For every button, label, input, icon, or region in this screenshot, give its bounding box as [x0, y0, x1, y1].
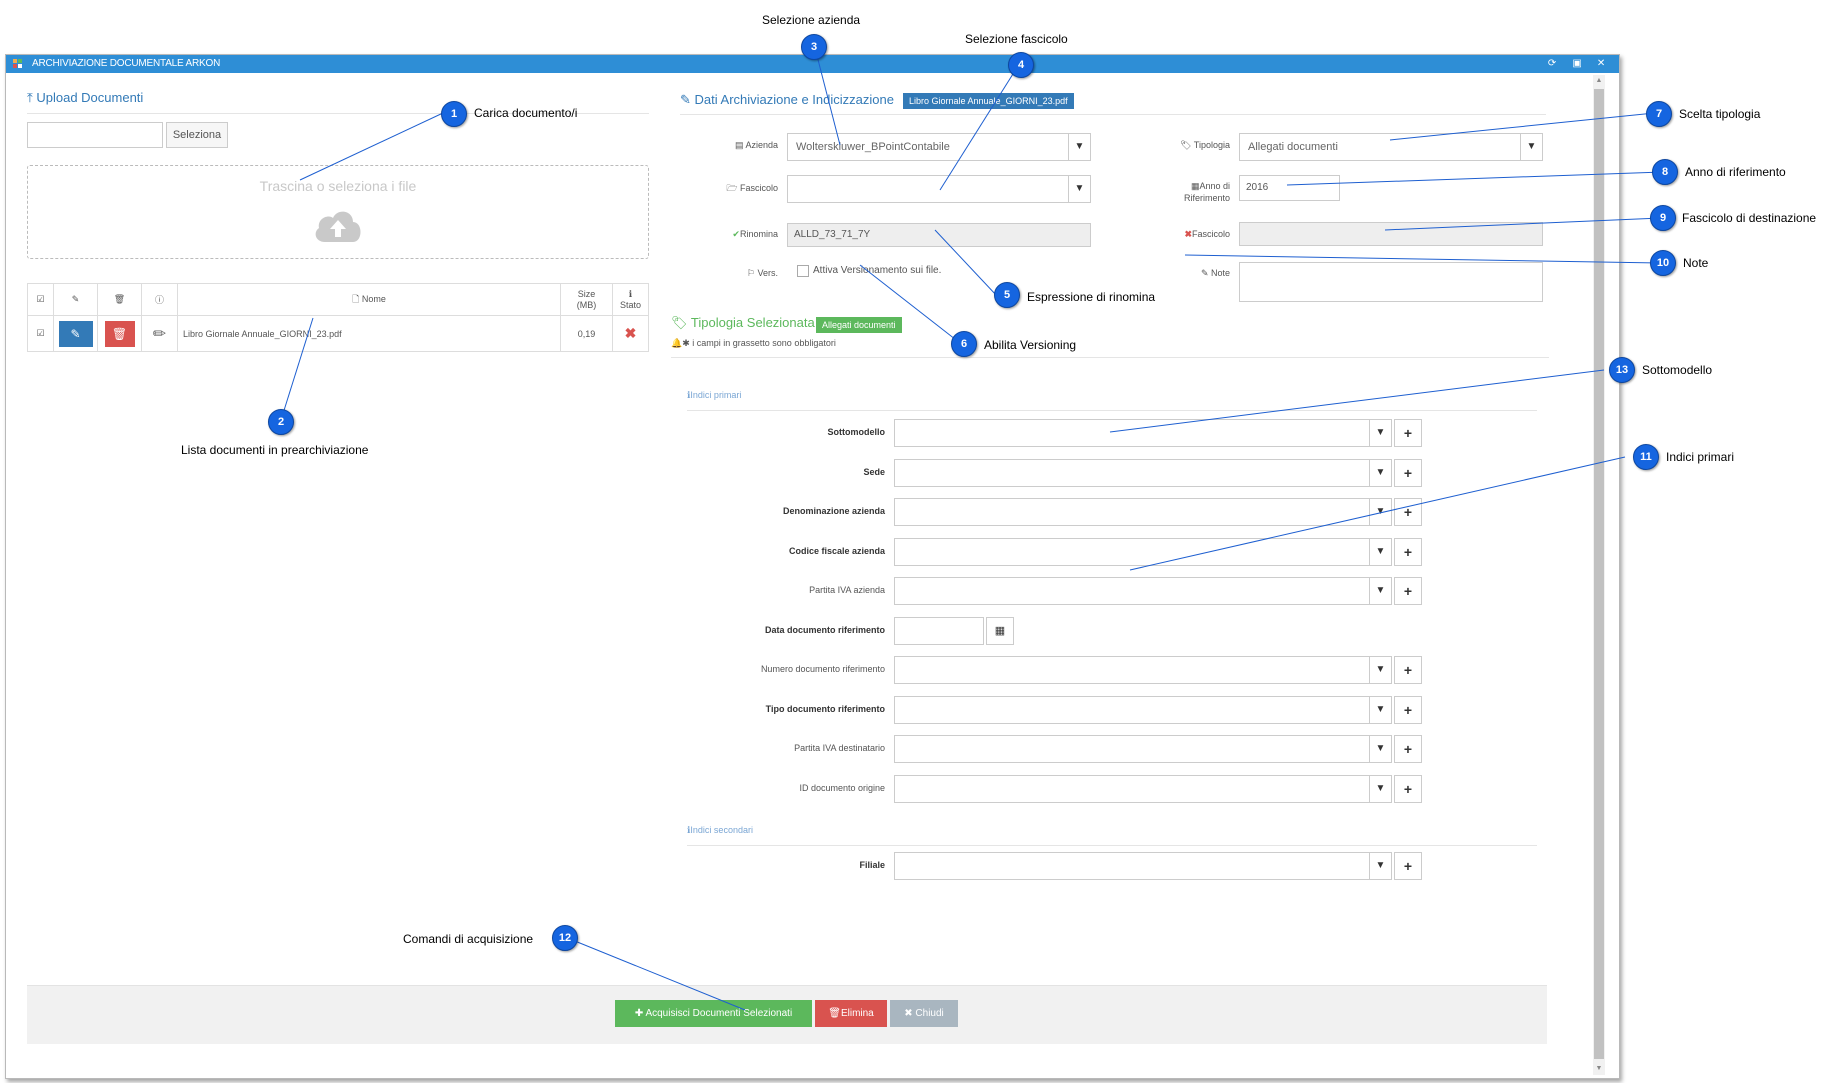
callout-label-10: Note — [1683, 256, 1709, 270]
callout-label-13: Sottomodello — [1642, 363, 1713, 377]
callout-label-11: Indici primari — [1666, 450, 1735, 464]
callout-label-9: Fascicolo di destinazione — [1682, 211, 1817, 225]
callout-9: 9 — [1650, 205, 1676, 231]
callout-label-2: Lista documenti in prearchiviazione — [181, 443, 369, 457]
callout-label-6: Abilita Versioning — [984, 338, 1077, 352]
callout-label-3: Selezione azienda — [762, 13, 861, 27]
callout-label-1: Carica documento/i — [474, 106, 578, 120]
callout-label-12: Comandi di acquisizione — [403, 932, 534, 946]
callout-5: 5 — [994, 282, 1020, 308]
callout-label-5: Espressione di rinomina — [1027, 290, 1156, 304]
callout-2: 2 — [268, 409, 294, 435]
annotation-lines — [280, 47, 1665, 1011]
callout-label-8: Anno di riferimento — [1685, 165, 1786, 179]
callout-3: 3 — [801, 34, 827, 60]
callout-13: 13 — [1609, 357, 1635, 383]
callout-6: 6 — [951, 331, 977, 357]
callout-label-4: Selezione fascicolo — [965, 32, 1068, 46]
callout-7: 7 — [1646, 101, 1672, 127]
callout-1: 1 — [441, 101, 467, 127]
callout-8: 8 — [1652, 159, 1678, 185]
callout-10: 10 — [1650, 250, 1676, 276]
callout-11: 11 — [1633, 444, 1659, 470]
callout-4: 4 — [1008, 52, 1034, 78]
callout-label-7: Scelta tipologia — [1679, 107, 1761, 121]
callout-12: 12 — [552, 925, 578, 951]
